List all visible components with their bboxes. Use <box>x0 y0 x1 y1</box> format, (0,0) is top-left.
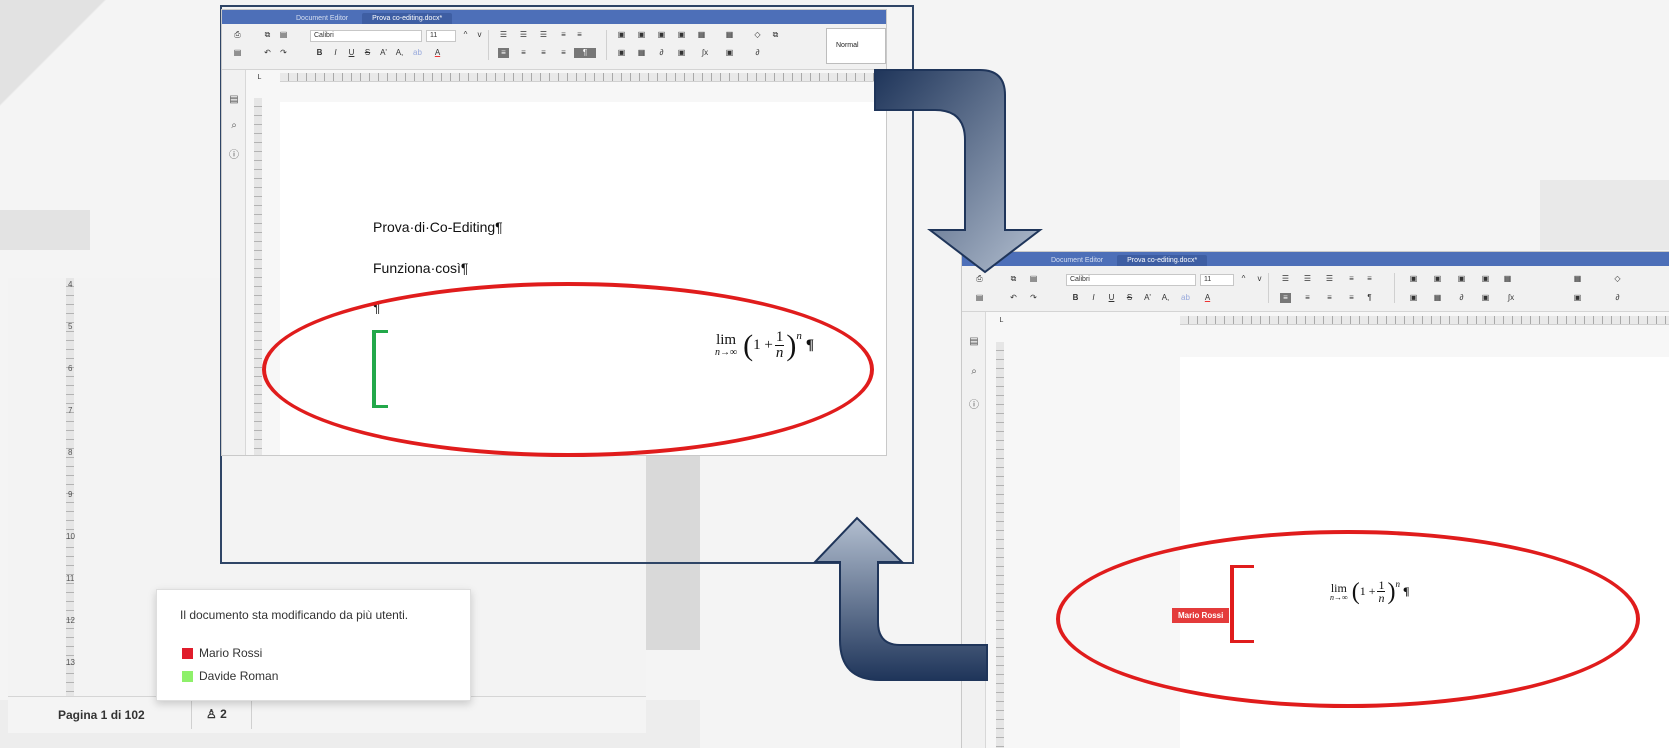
flow-arrows <box>812 69 1043 681</box>
arrow-up-icon <box>812 516 988 681</box>
arrow-down-icon <box>874 69 1043 274</box>
